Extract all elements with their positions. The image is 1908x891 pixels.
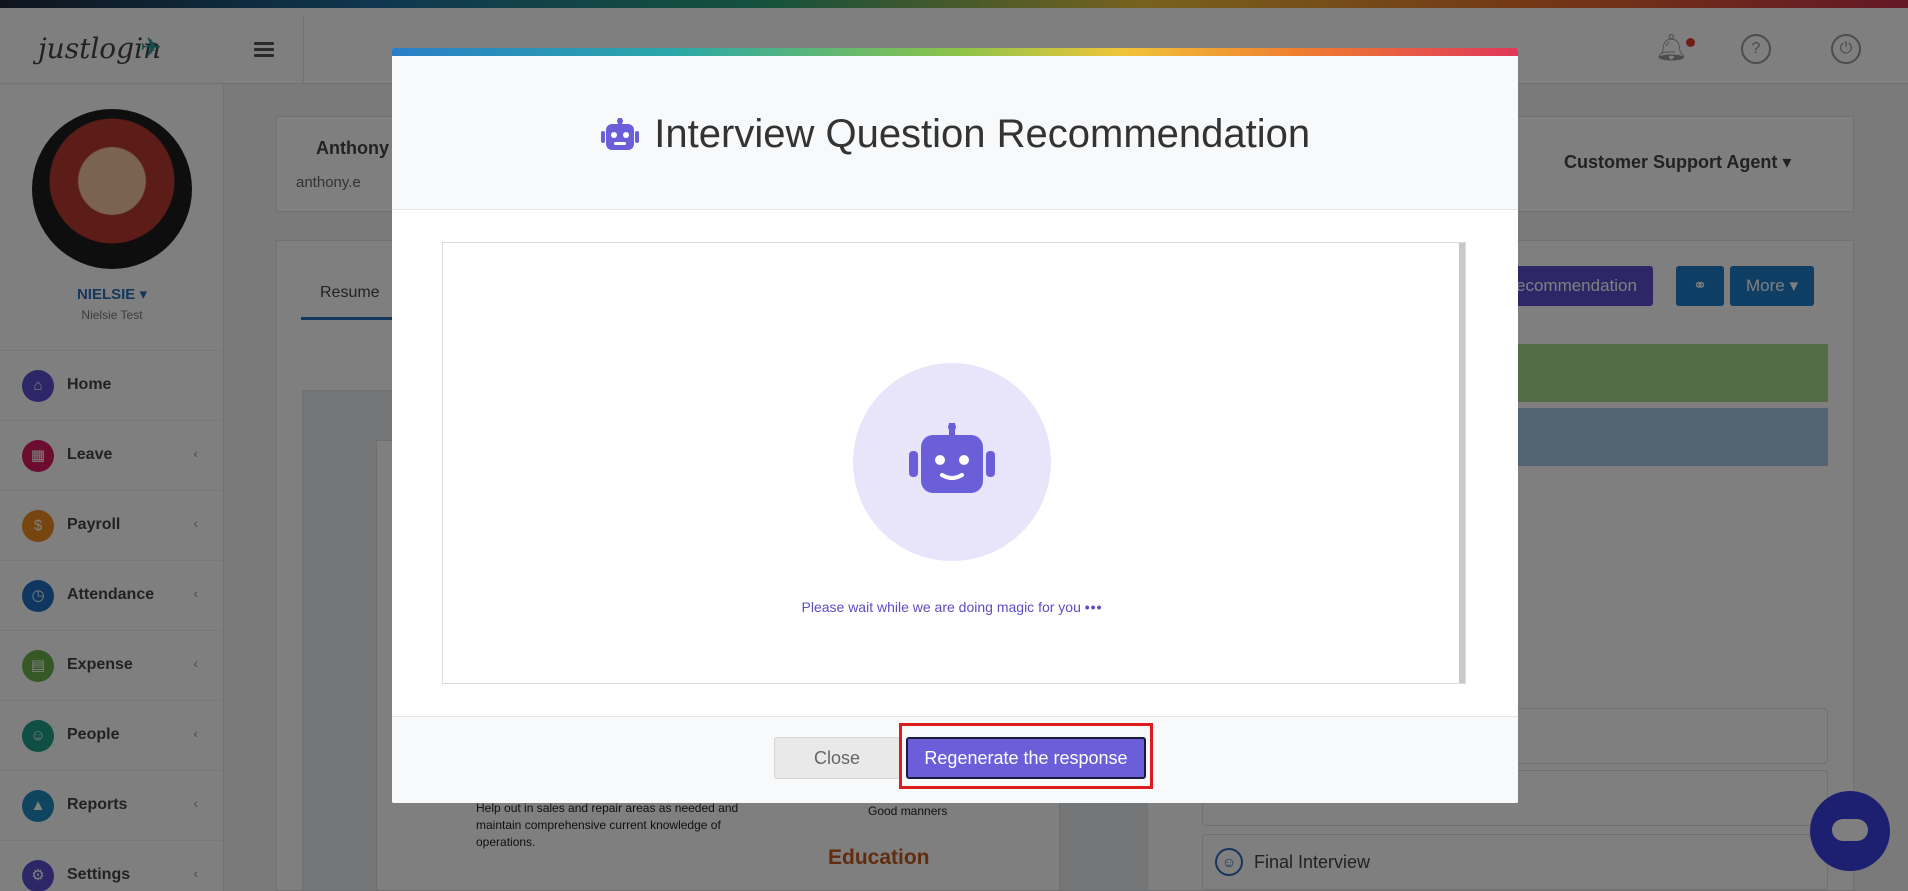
modal-header: Interview Question Recommendation: [392, 56, 1518, 210]
loading-dots: •••: [1084, 599, 1103, 615]
close-button[interactable]: Close: [774, 737, 900, 779]
interview-recommendation-modal: Interview Question Recommendation Please…: [392, 48, 1518, 803]
modal-body: Please wait while we are doing magic for…: [442, 242, 1466, 684]
modal-title-row: Interview Question Recommendation: [392, 112, 1518, 157]
scrollbar[interactable]: [1459, 243, 1465, 683]
modal-title: Interview Question Recommendation: [654, 112, 1311, 156]
robot-icon: [909, 423, 995, 493]
loading-text: Please wait while we are doing magic for…: [801, 599, 1081, 615]
regenerate-response-button[interactable]: Regenerate the response: [906, 737, 1146, 779]
modal-accent-bar: [392, 48, 1518, 56]
robot-icon: [600, 117, 639, 150]
loader-circle: [853, 363, 1051, 561]
loading-message: Please wait while we are doing magic for…: [443, 599, 1461, 615]
